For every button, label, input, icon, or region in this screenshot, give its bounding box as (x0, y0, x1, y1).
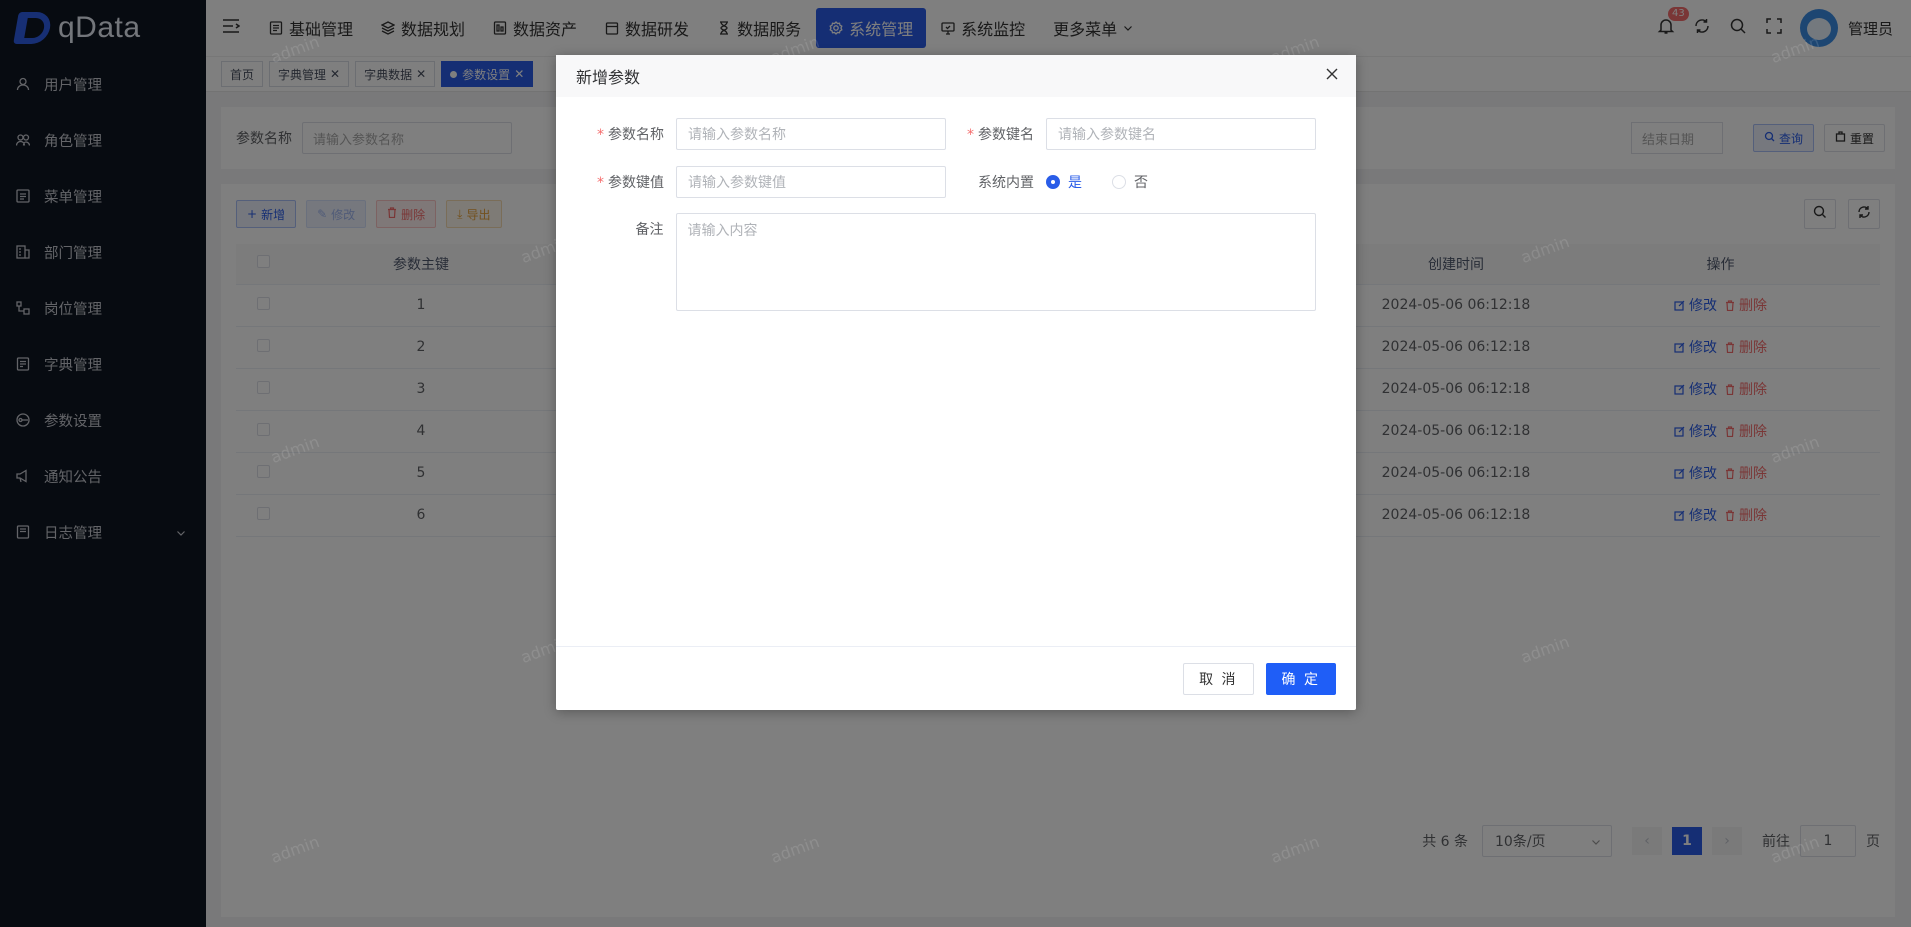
builtin-no-radio[interactable]: 否 (1112, 172, 1148, 192)
watermark: admin (1518, 631, 1572, 668)
param-name-input[interactable]: 请输入参数名称 (676, 118, 946, 150)
cancel-button[interactable]: 取 消 (1183, 662, 1254, 695)
watermark: admin (268, 431, 322, 468)
watermark: admin (1268, 831, 1322, 868)
form-row-remark: 备注 请输入内容 (576, 213, 1316, 311)
builtin-yes-radio[interactable]: 是 (1046, 172, 1082, 192)
form-row-name-key: * 参数名称 请输入参数名称 * 参数键名 请输入参数键名 (576, 117, 1316, 151)
watermark: admin (268, 31, 322, 68)
radio-unchecked-icon (1112, 175, 1126, 189)
dialog-footer: 取 消 确 定 (556, 646, 1356, 710)
dialog-close-button[interactable] (1324, 68, 1340, 84)
builtin-label: 系统内置 (978, 175, 1034, 191)
remark-textarea[interactable]: 请输入内容 (675, 213, 1316, 311)
param-key-label: * 参数键名 (967, 127, 1034, 143)
add-param-dialog: 新增参数 * 参数名称 请输入参数名称 * 参数键名 请输入参数键名 * 参数键值 请… (556, 55, 1356, 710)
param-key-input[interactable]: 请输入参数键名 (1046, 118, 1316, 150)
dialog-title: 新增参数 (576, 68, 641, 87)
confirm-button[interactable]: 确 定 (1265, 662, 1336, 695)
form-row-value-builtin: * 参数键值 请输入参数键值 系统内置 是 否 (576, 165, 1316, 199)
watermark: admin (1768, 31, 1822, 68)
param-name-label: * 参数名称 (597, 127, 664, 143)
dialog-header: 新增参数 (556, 55, 1356, 97)
remark-label: 备注 (635, 222, 664, 238)
param-value-label: * 参数键值 (597, 175, 664, 191)
param-value-input[interactable]: 请输入参数键值 (676, 166, 946, 198)
radio-checked-icon (1046, 175, 1060, 189)
close-icon (1326, 68, 1338, 84)
dialog-body: * 参数名称 请输入参数名称 * 参数键名 请输入参数键名 * 参数键值 请输入参数键… (556, 97, 1356, 646)
watermark: admin (1768, 831, 1822, 868)
watermark: admin (768, 831, 822, 868)
watermark: admin (1768, 431, 1822, 468)
watermark: admin (268, 831, 322, 868)
watermark: admin (1518, 231, 1572, 268)
